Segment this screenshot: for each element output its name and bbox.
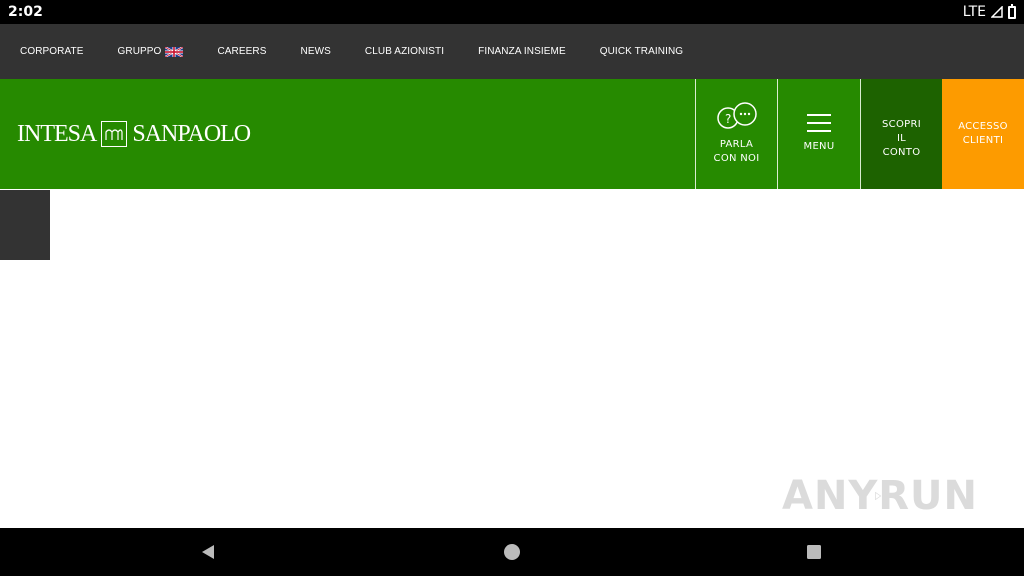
home-circle-icon bbox=[504, 544, 520, 560]
site-header: INTESA SANPAOLO ? PARLA CON NOI MENU SCO… bbox=[0, 79, 1024, 189]
nav-gruppo[interactable]: GRUPPO bbox=[118, 46, 184, 57]
hamburger-icon bbox=[807, 114, 831, 132]
menu-label: MENU bbox=[803, 141, 835, 152]
scopri-il-conto-button[interactable]: SCOPRI IL CONTO bbox=[860, 79, 942, 189]
watermark-text-left: ANY bbox=[782, 473, 879, 519]
nav-corporate[interactable]: CORPORATE bbox=[20, 46, 84, 57]
nav-club-azionisti[interactable]: CLUB AZIONISTI bbox=[365, 46, 444, 57]
nav-finanza-insieme-label: FINANZA INSIEME bbox=[478, 46, 566, 57]
battery-icon bbox=[1008, 3, 1016, 19]
nav-news[interactable]: NEWS bbox=[301, 46, 331, 57]
intesa-sanpaolo-logo[interactable]: INTESA SANPAOLO bbox=[17, 119, 251, 149]
recent-square-icon bbox=[807, 545, 821, 559]
parla-con-noi-button[interactable]: ? PARLA CON NOI bbox=[695, 79, 777, 189]
scopri-il-conto-label: SCOPRI IL CONTO bbox=[882, 119, 921, 158]
home-button[interactable] bbox=[482, 528, 542, 576]
svg-text:?: ? bbox=[725, 112, 732, 126]
status-indicators: LTE bbox=[962, 3, 1016, 20]
nav-gruppo-label: GRUPPO bbox=[117, 46, 162, 57]
parla-con-noi-label: PARLA CON NOI bbox=[713, 139, 760, 164]
network-type: LTE bbox=[962, 4, 986, 20]
signal-icon bbox=[991, 6, 1003, 18]
anyrun-watermark: ANY RUN bbox=[782, 464, 978, 528]
nav-club-azionisti-label: CLUB AZIONISTI bbox=[364, 46, 445, 57]
logo-mark-icon bbox=[101, 121, 128, 147]
system-nav-bar bbox=[0, 528, 1024, 576]
recent-apps-button[interactable] bbox=[784, 528, 844, 576]
accesso-clienti-button[interactable]: ACCESSO CLIENTI bbox=[942, 79, 1024, 189]
menu-button[interactable]: MENU bbox=[777, 79, 860, 189]
nav-careers-label: CAREERS bbox=[217, 46, 267, 57]
back-button[interactable] bbox=[178, 528, 238, 576]
status-bar: 2:02 LTE bbox=[0, 0, 1024, 24]
logo-text-left: INTESA bbox=[17, 120, 97, 147]
uk-flag-icon bbox=[165, 46, 184, 57]
chat-bubbles-icon: ? bbox=[716, 102, 757, 129]
status-time: 2:02 bbox=[8, 4, 43, 20]
nav-quick-training[interactable]: QUICK TRAINING bbox=[600, 46, 683, 57]
nav-careers[interactable]: CAREERS bbox=[217, 46, 266, 57]
nav-finanza-insieme[interactable]: FINANZA INSIEME bbox=[478, 46, 566, 57]
nav-quick-training-label: QUICK TRAINING bbox=[599, 46, 684, 57]
logo-text-right: SANPAOLO bbox=[132, 120, 251, 147]
top-nav: CORPORATE GRUPPO CAREERS NEWS CLUB AZION… bbox=[0, 24, 1024, 79]
side-panel-tab[interactable] bbox=[0, 190, 50, 260]
accesso-clienti-label: ACCESSO CLIENTI bbox=[958, 121, 1008, 146]
nav-corporate-label: CORPORATE bbox=[20, 46, 84, 57]
back-triangle-icon bbox=[202, 545, 214, 559]
watermark-text-right: RUN bbox=[878, 473, 978, 519]
nav-news-label: NEWS bbox=[300, 46, 331, 57]
